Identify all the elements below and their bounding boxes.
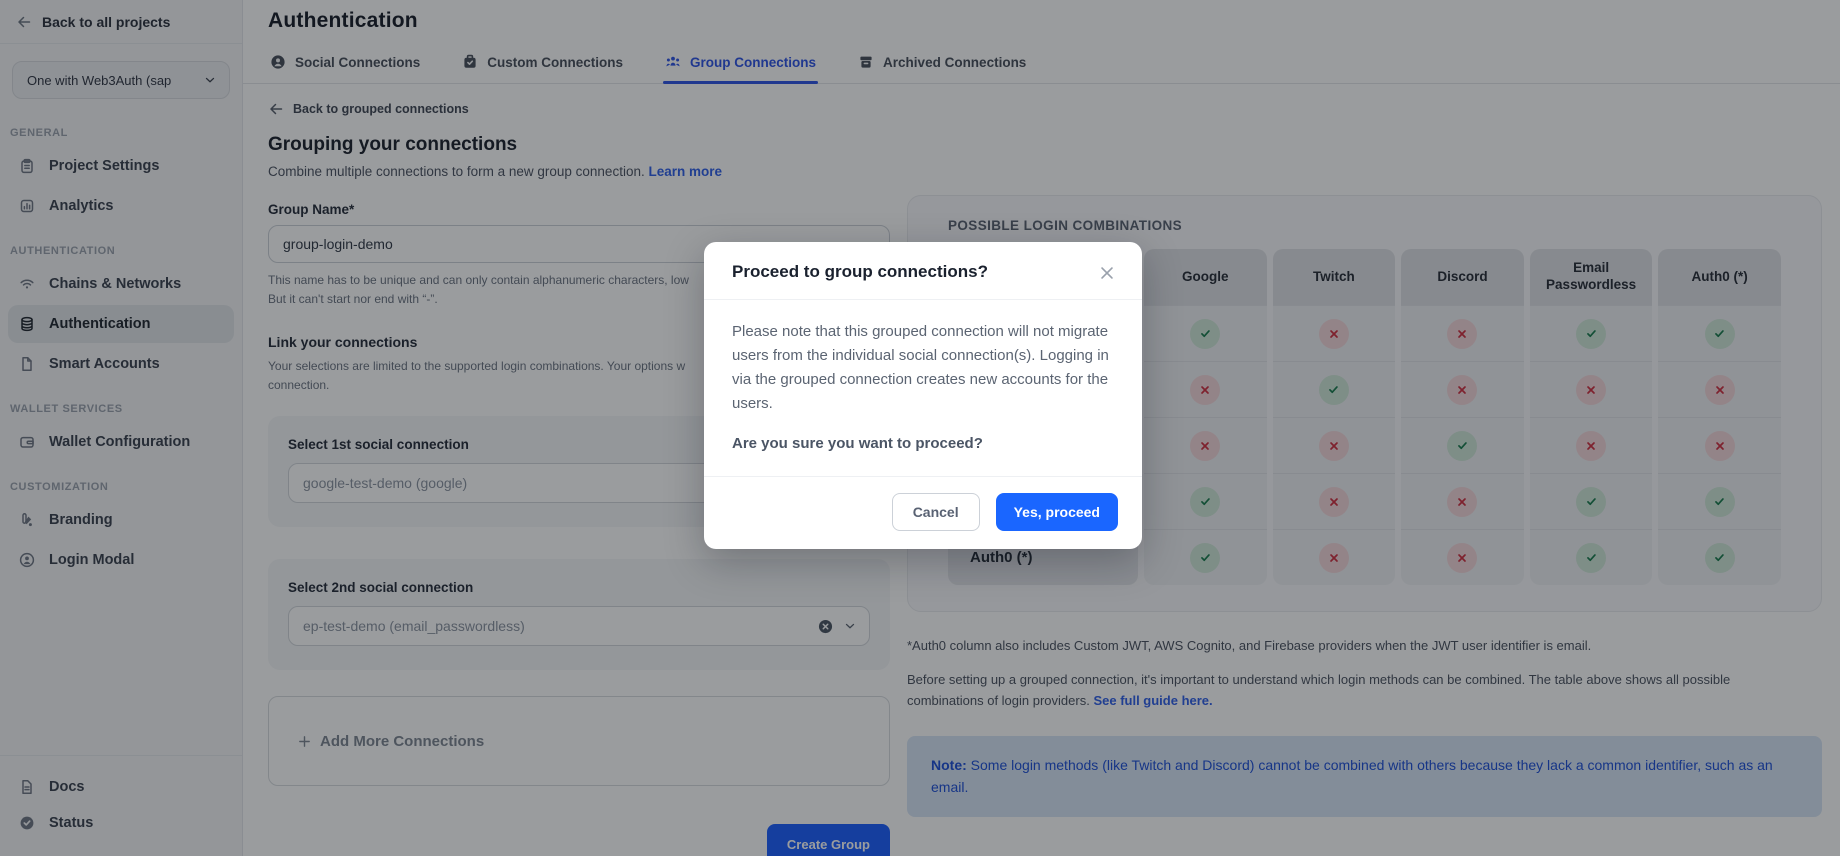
modal-body: Please note that this grouped connection… xyxy=(704,300,1142,476)
modal-message: Please note that this grouped connection… xyxy=(732,320,1112,416)
close-icon[interactable] xyxy=(1096,262,1118,284)
proceed-modal: Proceed to group connections? Please not… xyxy=(704,242,1142,549)
confirm-button[interactable]: Yes, proceed xyxy=(996,493,1118,531)
modal-title: Proceed to group connections? xyxy=(732,262,988,282)
cancel-button[interactable]: Cancel xyxy=(892,493,980,531)
modal-header: Proceed to group connections? xyxy=(704,242,1142,300)
modal-question: Are you sure you want to proceed? xyxy=(732,435,1112,452)
modal-footer: Cancel Yes, proceed xyxy=(704,476,1142,549)
